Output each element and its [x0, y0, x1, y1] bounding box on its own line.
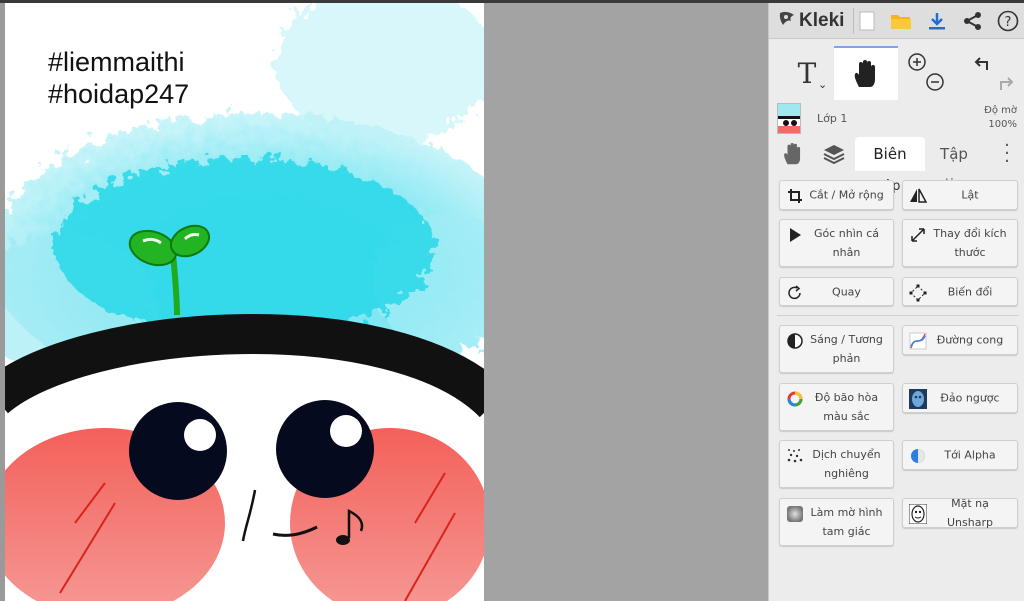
perspective-button[interactable]: Góc nhìn cá nhân [779, 219, 894, 267]
resize-icon [909, 226, 927, 244]
rotate-button[interactable]: Quay [779, 277, 894, 306]
saturation-button[interactable]: Độ bão hòa màu sắc [779, 383, 894, 431]
more-vertical-icon: · · · [1004, 135, 1010, 172]
drawing-canvas[interactable]: #liemmaithi #hoidap247 [5, 3, 484, 601]
brightness-contrast-button[interactable]: Sáng / Tương phản [779, 325, 894, 373]
unsharp-mask-button[interactable]: Mặt nạ Unsharp [902, 497, 1018, 529]
hashtag-1: #liemmaithi [48, 47, 185, 77]
rotate-icon [786, 284, 804, 302]
new-file-icon[interactable] [855, 9, 879, 33]
chevron-down-icon[interactable]: ⌄ [818, 78, 827, 91]
tilt-shift-button[interactable]: Dịch chuyển nghiêng [779, 440, 894, 488]
download-icon[interactable] [925, 9, 949, 33]
share-icon[interactable] [961, 9, 985, 33]
curves-button[interactable]: Đường cong [902, 325, 1018, 355]
crop-icon [786, 187, 804, 205]
tab-edit-label: Biên [873, 145, 907, 163]
hand-icon [784, 143, 801, 165]
transform-icon [909, 284, 927, 302]
undo-icon[interactable] [974, 57, 988, 70]
curves-icon [909, 332, 927, 350]
transform-button[interactable]: Biến đổi [902, 277, 1018, 306]
opacity-value[interactable]: 100% [988, 119, 1017, 130]
to-alpha-icon [909, 447, 927, 465]
zoom-out-icon[interactable] [926, 73, 944, 91]
help-icon[interactable]: ? [996, 9, 1020, 33]
left-eye [129, 402, 227, 500]
tilt-shift-icon [786, 447, 804, 465]
crop-button[interactable]: Cắt / Mở rộng [779, 180, 894, 210]
kleki-logo-icon [777, 9, 797, 33]
layer-name: Lớp 1 [817, 112, 848, 125]
hand-tool[interactable] [834, 46, 898, 100]
more-options[interactable]: · · · [995, 137, 1019, 171]
brand-name: Kleki [799, 10, 845, 31]
open-folder-icon[interactable] [889, 9, 913, 33]
text-tool[interactable]: T ⌄ [785, 46, 829, 100]
tab-edit[interactable]: Biên [855, 137, 925, 171]
tab-file-label: Tập [940, 145, 968, 163]
text-tool-icon: T [797, 56, 817, 90]
flip-button[interactable]: Lật [902, 180, 1018, 210]
zoom-controls [905, 46, 947, 100]
section-divider [777, 315, 1019, 316]
tab-file[interactable]: Tập [927, 137, 981, 171]
opacity-label: Độ mờ [984, 105, 1017, 116]
tool-row: T ⌄ [769, 46, 1024, 100]
tab-hand[interactable] [777, 137, 809, 171]
zoom-in-icon[interactable] [908, 53, 926, 71]
redo-icon[interactable] [1000, 77, 1014, 90]
tab-layers[interactable] [817, 137, 851, 171]
layer-row[interactable]: Lớp 1 Độ mờ 100% [769, 103, 1024, 136]
menu-separator [853, 8, 854, 34]
perspective-icon [786, 226, 804, 244]
brightness-contrast-icon [786, 332, 804, 350]
layer-thumbnail[interactable] [777, 103, 801, 134]
side-panel: Kleki ? T ⌄ Lớp 1 Độ mờ 100% Biên Tập · … [768, 3, 1024, 601]
hashtag-2: #hoidap247 [48, 79, 190, 109]
tab-row: Biên Tập · · · [769, 137, 1024, 171]
workspace-background[interactable] [484, 3, 768, 601]
right-eye [276, 400, 374, 498]
hand-tool-icon [854, 60, 875, 87]
color-wheel-icon [786, 390, 804, 408]
unsharp-mask-icon [909, 504, 927, 524]
resize-button[interactable]: Thay đổi kích thước [902, 219, 1018, 267]
flip-icon [909, 187, 927, 205]
invert-button[interactable]: Đảo ngược [902, 383, 1018, 413]
menu-bar: Kleki ? [769, 3, 1024, 39]
triangle-blur-button[interactable]: Làm mờ hình tam giác [779, 498, 894, 546]
svg-text:?: ? [1005, 15, 1012, 30]
blur-icon [786, 505, 804, 523]
invert-icon [909, 389, 927, 409]
brand[interactable]: Kleki [777, 8, 844, 34]
history-controls [967, 46, 1021, 100]
layers-icon [823, 145, 845, 165]
to-alpha-button[interactable]: Tới Alpha [902, 440, 1018, 470]
